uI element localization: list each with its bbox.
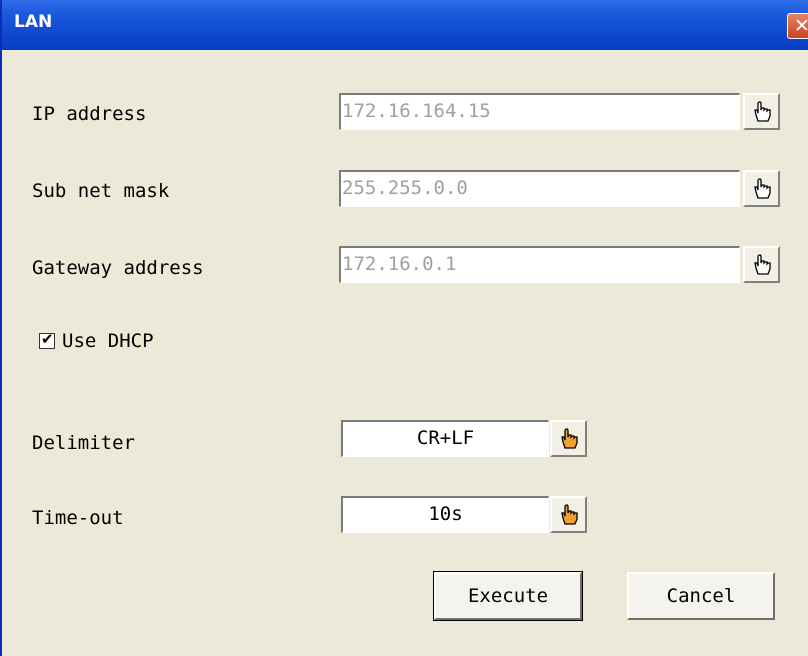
- pointing-hand-icon: [754, 101, 771, 122]
- timeout-edit-button[interactable]: [550, 496, 587, 533]
- use-dhcp-checkbox[interactable]: ✔: [39, 330, 55, 349]
- pointing-hand-icon: [754, 254, 771, 275]
- pointing-hand-icon: [754, 178, 771, 199]
- window-title: LAN: [14, 12, 53, 32]
- ip-address-field[interactable]: 172.16.164.15: [339, 93, 740, 130]
- subnet-mask-edit-button[interactable]: [743, 170, 780, 207]
- execute-button[interactable]: Execute: [433, 571, 583, 621]
- checkmark-icon: ✔: [41, 330, 54, 348]
- cancel-button[interactable]: Cancel: [627, 572, 775, 620]
- pointing-hand-icon-orange: [561, 428, 578, 449]
- timeout-field[interactable]: 10s: [341, 496, 549, 533]
- lan-dialog: LAN ✕ IP address 172.16.164.15 Sub net m…: [0, 0, 808, 656]
- delimiter-label: Delimiter: [32, 432, 135, 454]
- pointing-hand-icon-orange: [561, 504, 578, 525]
- delimiter-field[interactable]: CR+LF: [341, 420, 549, 457]
- gateway-address-label: Gateway address: [32, 257, 204, 279]
- ip-address-label: IP address: [32, 103, 147, 125]
- subnet-mask-field[interactable]: 255.255.0.0: [339, 170, 740, 207]
- delimiter-edit-button[interactable]: [550, 420, 587, 457]
- close-button[interactable]: ✕: [787, 13, 808, 39]
- close-icon: ✕: [794, 15, 808, 37]
- gateway-address-edit-button[interactable]: [743, 246, 780, 283]
- use-dhcp-label: Use DHCP: [62, 330, 154, 352]
- gateway-address-field[interactable]: 172.16.0.1: [339, 246, 740, 283]
- title-bar[interactable]: LAN ✕: [2, 0, 808, 50]
- ip-address-edit-button[interactable]: [743, 93, 780, 130]
- timeout-label: Time-out: [32, 507, 124, 529]
- subnet-mask-label: Sub net mask: [32, 180, 170, 202]
